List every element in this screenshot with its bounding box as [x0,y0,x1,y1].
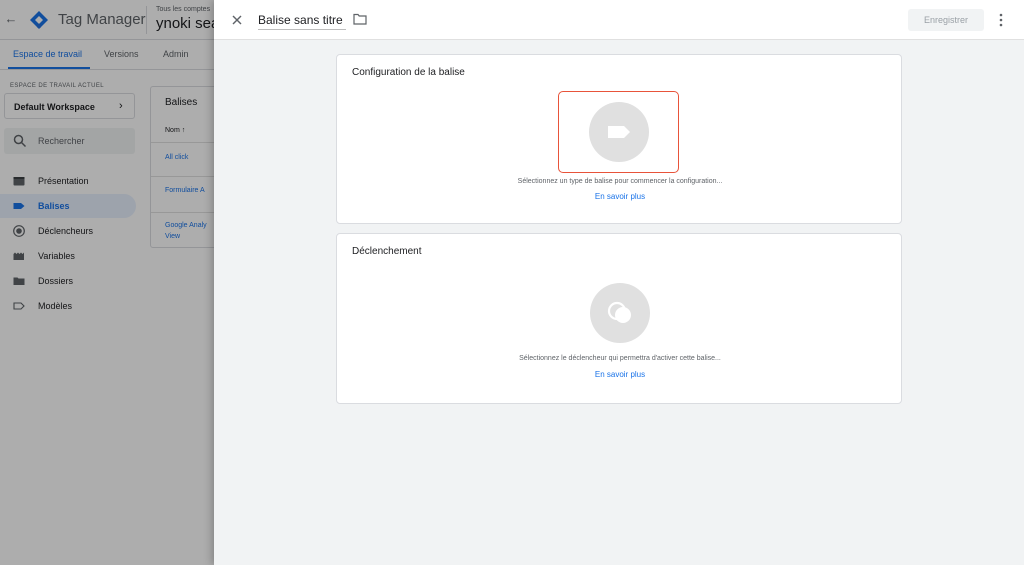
save-button[interactable]: Enregistrer [908,9,984,31]
tag-icon [608,126,630,138]
triggering-hint: Sélectionnez le déclencheur qui permettr… [519,355,721,362]
panel-header: Balise sans titre Enregistrer [214,0,1024,40]
tag-configuration-card: Configuration de la balise Sélectionnez … [336,54,902,224]
close-icon[interactable] [230,13,244,27]
tag-configuration-title: Configuration de la balise [352,67,465,78]
tag-type-selector[interactable] [558,91,679,173]
folder-icon[interactable] [353,13,367,25]
tag-name-value: Balise sans titre [258,13,343,27]
more-vert-icon[interactable] [998,12,1004,28]
tag-configuration-hint: Sélectionnez un type de balise pour comm… [517,178,723,185]
tag-name-field[interactable]: Balise sans titre [258,10,346,30]
trigger-icon [607,301,631,323]
learn-more-link[interactable]: En savoir plus [337,370,903,379]
tag-placeholder [589,102,649,162]
triggering-card: Déclenchement Sélectionnez le déclencheu… [336,233,902,404]
trigger-selector[interactable] [590,283,650,343]
triggering-title: Déclenchement [352,246,422,257]
tag-editor-panel: Balise sans titre Enregistrer Configurat… [214,0,1024,565]
learn-more-link[interactable]: En savoir plus [337,192,903,201]
